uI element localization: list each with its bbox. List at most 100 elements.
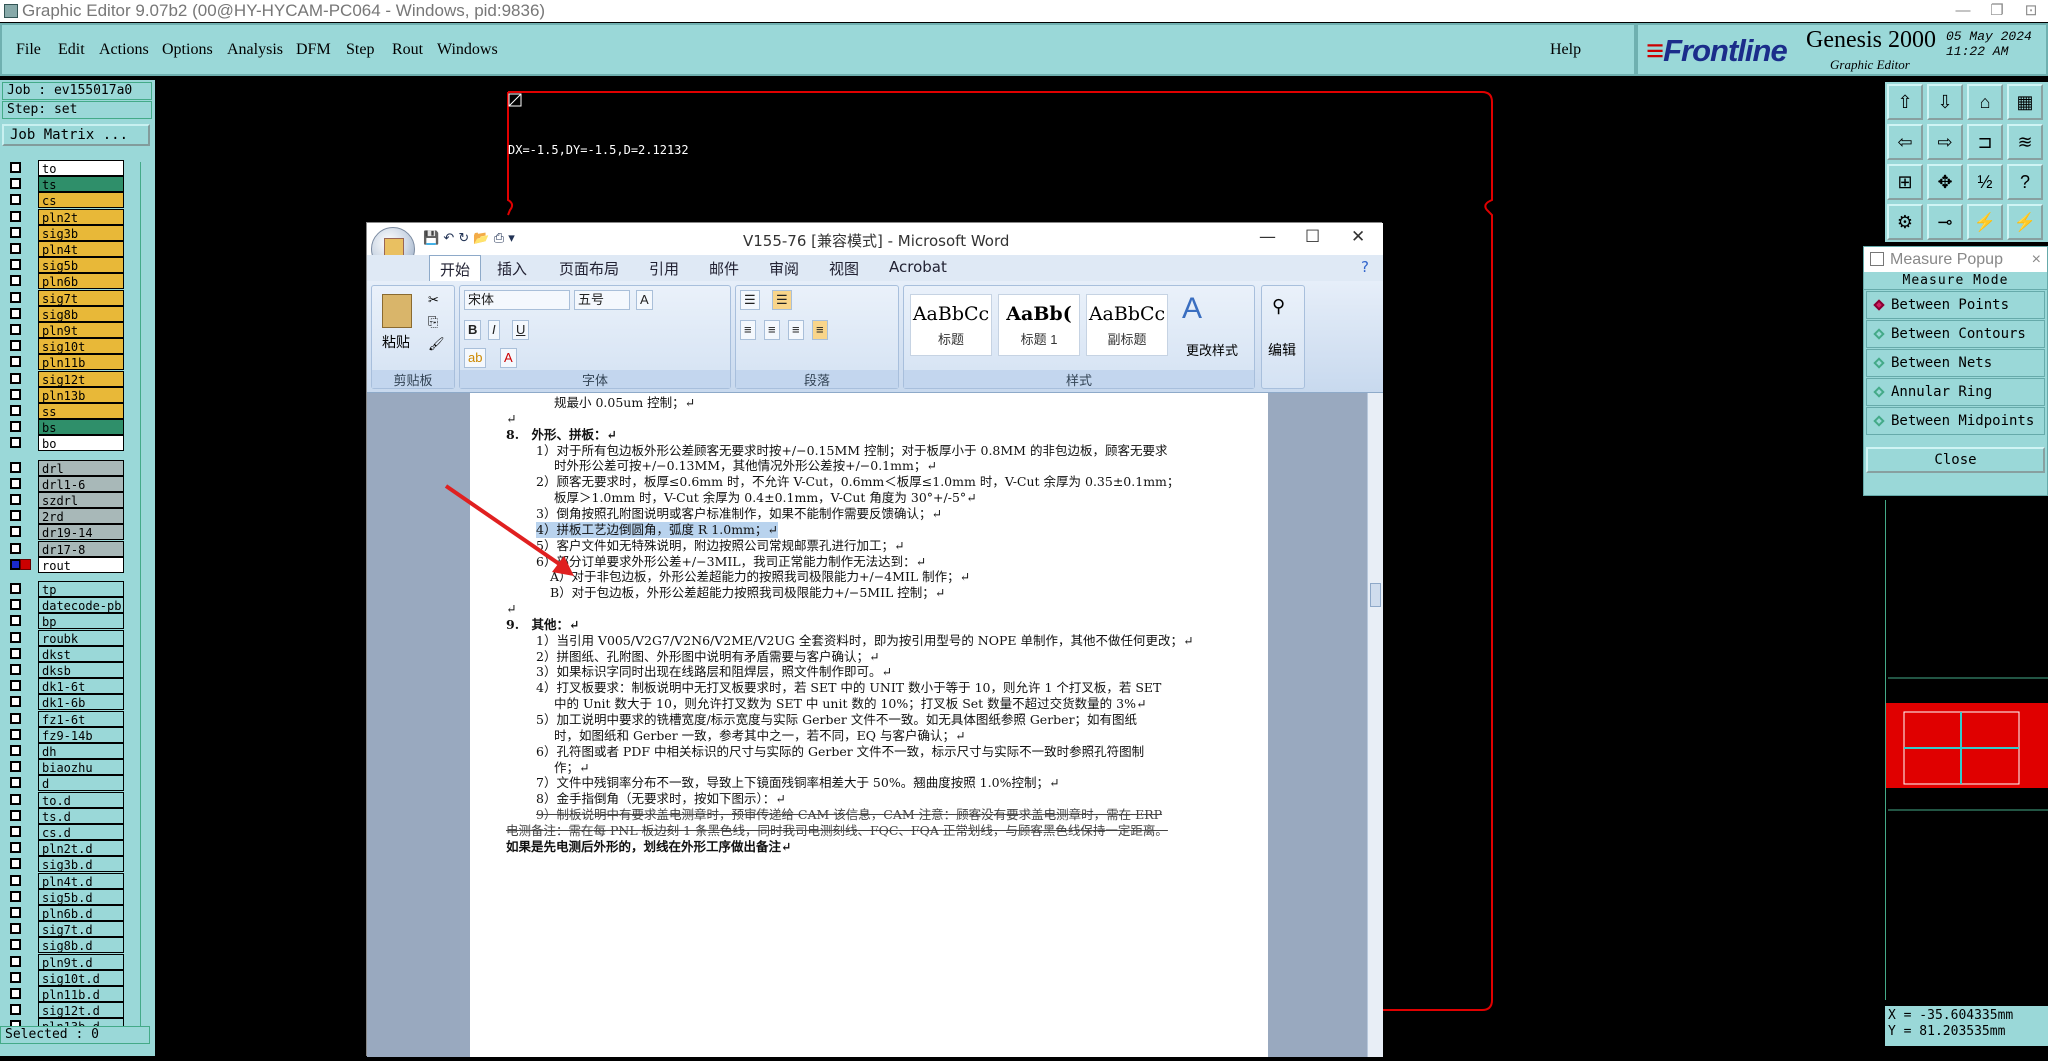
layer-row[interactable]: dr17-8 [0, 540, 140, 557]
layer-row[interactable]: tp [0, 581, 140, 597]
align-left-icon[interactable]: ≡ [740, 320, 756, 340]
document-page[interactable]: 规最小 0.05um 控制；↵ ↵ 8. 外形、拼板：↵ 1）对于所有包边板外形公差顾… [470, 393, 1268, 1057]
layer-name[interactable]: sig8b [38, 305, 124, 322]
layer-name[interactable]: sig12t.d [38, 1002, 124, 1019]
layer-row[interactable]: dr19-14 [0, 524, 140, 541]
layer-row[interactable]: dh [0, 743, 140, 759]
layer-name[interactable]: pln9t.d [38, 953, 124, 970]
layer-name[interactable]: ss [38, 403, 124, 419]
layer-checkbox[interactable] [10, 988, 21, 999]
layer-name[interactable]: pln2t [38, 208, 124, 225]
layer-row[interactable]: sig8b.d [0, 937, 140, 954]
layer-row[interactable]: pln6b [0, 273, 140, 290]
layer-checkbox[interactable] [10, 388, 21, 400]
layer-checkbox[interactable] [10, 761, 21, 773]
layer-row[interactable]: to [0, 160, 140, 176]
underline-icon[interactable]: U [512, 320, 530, 340]
option-annular-ring[interactable]: Annular Ring [1866, 378, 2045, 406]
save-icon[interactable]: 💾 [423, 231, 439, 246]
layer-name[interactable]: sig7t.d [38, 921, 124, 938]
option-between-contours[interactable]: Between Contours [1866, 320, 2045, 348]
layer-name[interactable]: rout [38, 556, 124, 573]
layer-name[interactable]: sig3b [38, 224, 124, 241]
layer-name[interactable]: drl1-6 [38, 475, 124, 492]
layer-checkbox[interactable] [10, 194, 21, 206]
layer-name[interactable]: dr17-8 [38, 540, 124, 557]
layer-checkbox[interactable] [10, 494, 21, 505]
layer-checkbox[interactable] [10, 405, 21, 416]
layer-row[interactable]: szdrl [0, 492, 140, 508]
paste-icon[interactable] [382, 294, 412, 328]
menu-dfm[interactable]: DFM [296, 41, 331, 59]
layer-row[interactable]: biaozhu [0, 759, 140, 776]
layer-checkbox[interactable] [10, 372, 21, 384]
layer-row[interactable]: pln2t [0, 208, 140, 225]
layer-checkbox[interactable] [10, 615, 21, 627]
layer-name[interactable]: cs [38, 192, 124, 209]
layer-name[interactable]: dksb [38, 662, 124, 678]
layer-checkbox[interactable] [10, 793, 21, 805]
copy-icon[interactable]: ⎘ [428, 314, 438, 330]
edit-button[interactable]: 编辑 [1268, 340, 1296, 360]
layer-checkbox[interactable] [10, 307, 21, 319]
cut-icon[interactable]: ✂ [428, 292, 439, 308]
layer-checkbox[interactable] [10, 631, 21, 643]
bold-icon[interactable]: B [464, 320, 482, 340]
layer-checkbox[interactable] [10, 243, 21, 254]
layer-name[interactable]: pln6b [38, 273, 124, 290]
layer-name[interactable]: sig3b.d [38, 856, 124, 873]
layer-row[interactable]: pln2t.d [0, 840, 140, 857]
highlight-icon[interactable]: ab [464, 348, 487, 368]
layer-checkbox[interactable] [10, 777, 21, 789]
layer-checkbox[interactable] [10, 874, 21, 886]
layer-name[interactable]: fz1-6t [38, 710, 124, 727]
font-size-select[interactable]: 五号 [574, 290, 630, 310]
layer-row[interactable]: ts [0, 176, 140, 193]
layer-checkbox[interactable] [10, 324, 21, 335]
measure-close-button[interactable]: Close [1866, 447, 2045, 473]
layer-name[interactable]: sig10t [38, 338, 124, 355]
layer-row[interactable]: bs [0, 419, 140, 436]
center-icon[interactable]: ✥ [1927, 164, 1963, 200]
layer-row[interactable]: sig3b [0, 224, 140, 241]
layer-name[interactable]: to [38, 160, 124, 176]
style-heading1[interactable]: AaBb(标题 1 [998, 294, 1080, 356]
layer-row[interactable]: sig3b.d [0, 856, 140, 873]
option-between-midpoints[interactable]: Between Midpoints [1866, 407, 2045, 435]
font-name-select[interactable]: 宋体 [464, 290, 570, 310]
scroll-thumb[interactable] [1370, 583, 1381, 607]
layer-name[interactable]: cs.d [38, 824, 124, 840]
probe-icon[interactable]: ⊸ [1927, 204, 1963, 240]
layer-name[interactable]: roubk [38, 629, 124, 646]
layer-row[interactable]: bp [0, 613, 140, 630]
layer-name[interactable]: d [38, 775, 124, 792]
overview-map[interactable] [1885, 500, 2048, 1000]
layer-checkbox[interactable] [10, 356, 21, 368]
layer-name[interactable]: tp [38, 581, 124, 597]
layer-name[interactable]: dh [38, 743, 124, 759]
layer-row[interactable]: pln4t.d [0, 872, 140, 889]
layer-row[interactable]: sig8b [0, 305, 140, 322]
menu-file[interactable]: File [16, 41, 41, 59]
menu-analysis[interactable]: Analysis [227, 41, 283, 59]
menu-rout[interactable]: Rout [392, 41, 423, 59]
help-icon[interactable]: ? [2007, 164, 2043, 200]
layer-name[interactable]: pln9t [38, 322, 124, 338]
menu-help[interactable]: Help [1550, 41, 1581, 59]
layer-checkbox[interactable] [10, 745, 21, 756]
layer-name[interactable]: pln6b.d [38, 905, 124, 921]
home-icon[interactable]: ⌂ [1967, 84, 2003, 120]
layer-name[interactable]: datecode-pb [38, 597, 124, 614]
pan-left-icon[interactable]: ⇦ [1887, 124, 1923, 160]
tab-mailings[interactable]: 邮件 [709, 258, 739, 279]
layer-name[interactable]: 2rd [38, 508, 124, 525]
layer-checkbox[interactable] [10, 461, 21, 473]
layer-name[interactable]: ts [38, 176, 124, 193]
layer-name[interactable]: bp [38, 613, 124, 630]
layer-checkbox[interactable] [10, 599, 21, 611]
word-minimize-icon[interactable]: — [1259, 227, 1276, 247]
layer-name[interactable]: szdrl [38, 492, 124, 508]
paste-button[interactable]: 粘贴 [382, 332, 410, 352]
layer-name[interactable]: pln11b.d [38, 986, 124, 1002]
layer-checkbox[interactable] [10, 542, 21, 554]
